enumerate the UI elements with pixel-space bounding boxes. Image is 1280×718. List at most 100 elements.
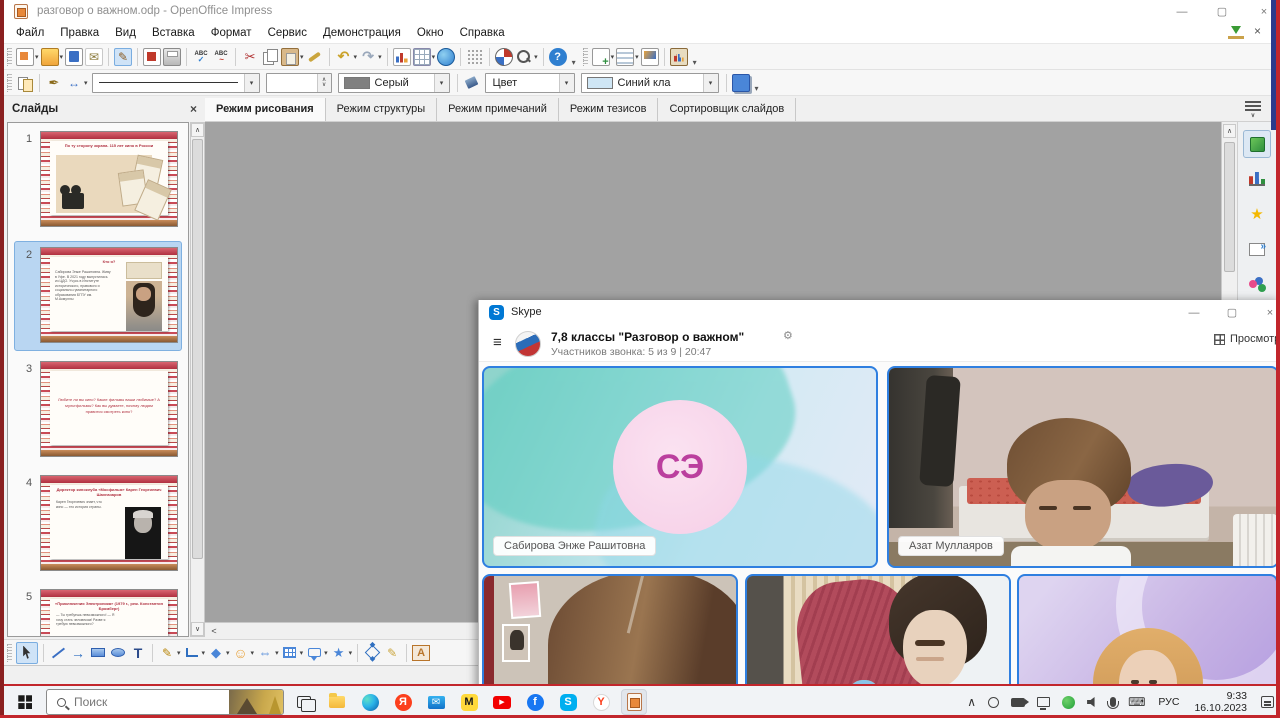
edge-button[interactable] [357, 689, 383, 715]
slide-thumbnail-5[interactable]: 5 «Приключения Электроника» (1979 г., ре… [8, 589, 188, 637]
paste-icon[interactable] [281, 48, 299, 66]
edit-points-icon[interactable] [363, 644, 381, 662]
export-pdf-icon[interactable] [143, 48, 161, 66]
undo-icon[interactable]: ↶ [335, 48, 353, 66]
slide-thumbnail-3[interactable]: 3 Любите ли вы кино? Какие фильмы ваши л… [8, 361, 188, 465]
tab-outline-view[interactable]: Режим структуры [326, 98, 438, 121]
file-explorer-button[interactable] [324, 689, 350, 715]
flowchart-icon[interactable] [281, 644, 299, 662]
zoom-dropdown[interactable]: ▾ [534, 53, 538, 61]
taskbar-clock[interactable]: 9:33 16.10.2023 [1194, 690, 1247, 714]
fontwork-icon[interactable]: A [412, 644, 430, 662]
menu-help[interactable]: Справка [452, 27, 513, 39]
sidebar-transition-icon[interactable] [1243, 235, 1271, 263]
navigator-icon[interactable] [495, 48, 513, 66]
symbol-shapes-icon[interactable]: ☺ [232, 644, 250, 662]
format-paintbrush-icon[interactable] [306, 48, 324, 66]
slides-scroll-up-icon[interactable]: ∧ [191, 123, 204, 137]
autospellcheck-icon[interactable]: ABC~ [212, 48, 230, 66]
language-indicator[interactable]: РУС [1158, 696, 1179, 708]
cut-icon[interactable]: ✂ [241, 48, 259, 66]
skype-minimize-button[interactable]: — [1177, 304, 1211, 321]
impress-maximize-button[interactable]: ▢ [1205, 3, 1239, 20]
connector-dropdown[interactable]: ▾ [202, 649, 206, 657]
toolbar-handle[interactable] [7, 48, 12, 66]
email-icon[interactable]: ✉ [85, 48, 103, 66]
new-document-icon[interactable] [16, 48, 34, 66]
sidebar-settings-icon[interactable]: ∨ [1238, 99, 1268, 119]
mail-button[interactable]: ✉ [423, 689, 449, 715]
tray-chevron-icon[interactable]: ∧ [967, 695, 976, 709]
slides-scroll-thumb[interactable] [192, 139, 203, 559]
tray-keyboard-icon[interactable]: ⌨ [1128, 695, 1145, 709]
new-dropdown[interactable]: ▾ [35, 53, 39, 61]
line-tool-icon[interactable] [49, 644, 67, 662]
menu-file[interactable]: Файл [8, 27, 52, 39]
video-tile-presenter[interactable]: СЭ Сабирова Энже Рашитовна [482, 366, 878, 568]
stars-dropdown[interactable]: ▾ [349, 649, 353, 657]
fill-type-select[interactable]: Цвет▾ [485, 73, 575, 93]
open-dropdown[interactable]: ▾ [60, 53, 64, 61]
sidebar-master-pages-icon[interactable] [1243, 165, 1271, 193]
insert-table-icon[interactable] [413, 48, 431, 66]
line-color-select[interactable]: Серый▾ [338, 73, 450, 93]
tray-network-icon[interactable] [1037, 697, 1050, 707]
block-arrows-dropdown[interactable]: ▾ [275, 649, 279, 657]
call-group-avatar[interactable] [515, 331, 541, 357]
menu-hamburger-icon[interactable]: ≡ [493, 334, 502, 351]
undo-dropdown[interactable]: ▾ [354, 53, 358, 61]
help-icon[interactable]: ? [549, 48, 567, 66]
facebook-button[interactable]: f [522, 689, 548, 715]
block-arrows-icon[interactable]: ⇔ [256, 644, 274, 662]
arrow-ends-dropdown[interactable]: ▾ [84, 79, 88, 87]
scroll-up-icon[interactable]: ∧ [1223, 124, 1236, 138]
menu-view[interactable]: Вид [107, 27, 144, 39]
save-icon[interactable] [65, 48, 83, 66]
search-daily-image[interactable] [229, 690, 284, 714]
menu-format[interactable]: Формат [203, 27, 260, 39]
rectangle-tool-icon[interactable] [89, 644, 107, 662]
document-close-icon[interactable]: × [1254, 24, 1261, 38]
hyperlink-icon[interactable] [437, 48, 455, 66]
redo-dropdown[interactable]: ▾ [378, 53, 382, 61]
redo-icon[interactable]: ↷ [359, 48, 377, 66]
fill-color-select[interactable]: Синий кла▾ [581, 73, 719, 93]
arrow-ends-icon[interactable]: ↔ [65, 74, 83, 92]
slide-design-icon[interactable] [641, 48, 659, 66]
toolbar-handle-2[interactable] [583, 48, 588, 66]
basic-shapes-dropdown[interactable]: ▾ [226, 649, 230, 657]
m-app-button[interactable]: M [456, 689, 482, 715]
curve-tool-icon[interactable]: ✎ [158, 644, 176, 662]
arrow-tool-icon[interactable]: → [69, 644, 87, 662]
spellcheck-icon[interactable]: ABC✓ [192, 48, 210, 66]
scroll-left-icon[interactable]: < [207, 624, 221, 637]
impress-minimize-button[interactable]: — [1165, 3, 1199, 20]
slide-thumbnail-2[interactable]: 2 Кто я? Сабирова Энже Рашитовна. Живу в… [8, 247, 188, 351]
tray-microphone-icon[interactable] [1110, 697, 1116, 707]
yandex-start-button[interactable]: Y [588, 689, 614, 715]
toolbar-overflow[interactable]: ▾ [572, 58, 576, 69]
text-tool-icon[interactable]: T [129, 644, 147, 662]
new-slide-dropdown[interactable]: ▾ [611, 53, 615, 61]
print-icon[interactable] [163, 48, 181, 66]
youtube-button[interactable]: ▶ [489, 689, 515, 715]
task-view-button[interactable] [291, 689, 317, 715]
tab-drawing-view[interactable]: Режим рисования [205, 98, 326, 121]
slide-thumbnail-4[interactable]: 4 Директор киноклуба «Мосфильм» Карен Ге… [8, 475, 188, 579]
tab-slide-sorter[interactable]: Сортировщик слайдов [658, 98, 796, 121]
line-width-spinner[interactable]: ∧∨ [266, 73, 332, 93]
fill-bucket-icon[interactable] [463, 74, 481, 92]
notification-center-icon[interactable] [1261, 696, 1274, 708]
tray-green-app-icon[interactable] [1062, 696, 1075, 709]
insert-chart-icon[interactable] [393, 48, 411, 66]
tab-notes-view[interactable]: Режим примечаний [437, 98, 559, 121]
slide-layout-icon[interactable] [616, 48, 634, 66]
menu-edit[interactable]: Правка [52, 27, 107, 39]
ellipse-tool-icon[interactable] [109, 644, 127, 662]
update-available-icon[interactable] [1228, 26, 1244, 39]
taskbar-search[interactable] [46, 689, 284, 715]
slide-layout-dropdown[interactable]: ▾ [635, 53, 639, 61]
tray-camera-icon[interactable] [1011, 698, 1025, 707]
display-grid-icon[interactable] [466, 48, 484, 66]
slides-panel-close-icon[interactable]: × [190, 102, 197, 116]
